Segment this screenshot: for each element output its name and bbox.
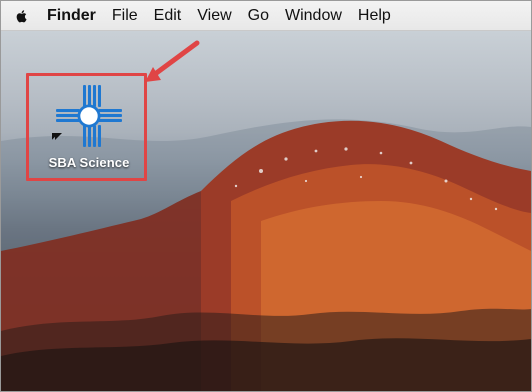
annotation-highlight-box <box>26 73 147 181</box>
menu-help[interactable]: Help <box>358 1 391 31</box>
menu-view[interactable]: View <box>197 1 231 31</box>
apple-logo-icon[interactable] <box>13 7 31 25</box>
menu-bar: Finder File Edit View Go Window Help <box>1 1 531 31</box>
annotation-arrow-icon <box>145 40 200 82</box>
menu-edit[interactable]: Edit <box>154 1 182 31</box>
screen-frame: Finder File Edit View Go Window Help SBA… <box>0 0 532 392</box>
menu-file[interactable]: File <box>112 1 138 31</box>
menu-go[interactable]: Go <box>248 1 269 31</box>
menu-window[interactable]: Window <box>285 1 342 31</box>
menu-finder[interactable]: Finder <box>47 1 96 31</box>
